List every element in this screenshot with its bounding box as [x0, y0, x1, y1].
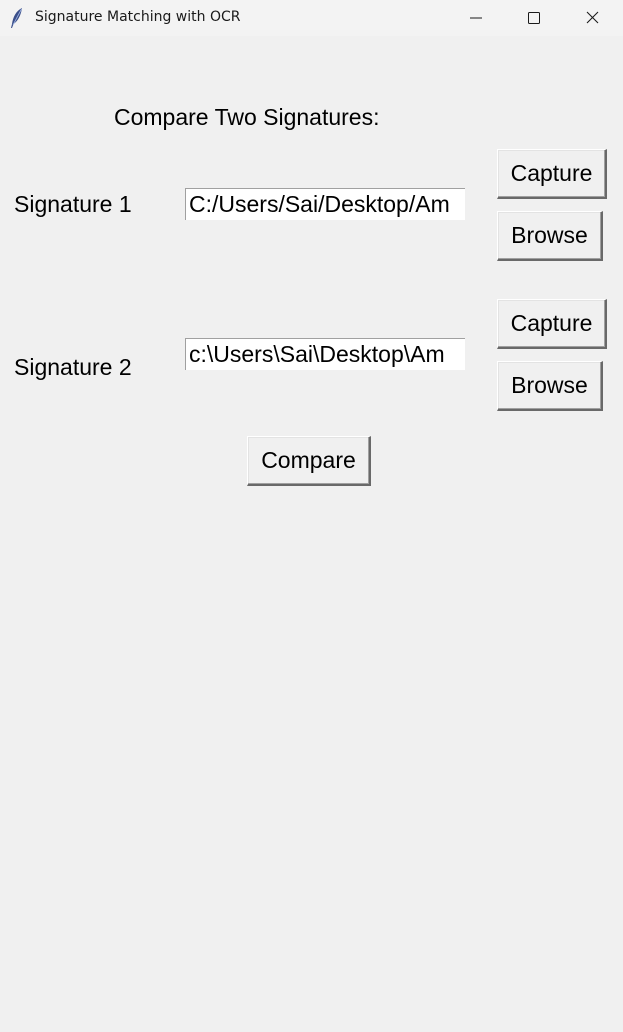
window-title: Signature Matching with OCR	[35, 9, 241, 25]
maximize-button[interactable]	[506, 0, 562, 36]
signature-2-path-input[interactable]	[185, 338, 465, 370]
page-heading: Compare Two Signatures:	[114, 104, 380, 130]
signature-2-capture-button[interactable]: Capture	[497, 299, 607, 349]
app-window: Signature Matching with OCR Compare Two …	[0, 0, 623, 1032]
title-bar[interactable]: Signature Matching with OCR	[0, 0, 623, 36]
close-icon	[586, 11, 599, 24]
signature-1-browse-button[interactable]: Browse	[497, 211, 603, 261]
compare-button[interactable]: Compare	[247, 436, 371, 486]
signature-2-label: Signature 2	[14, 354, 132, 380]
minimize-button[interactable]	[448, 0, 504, 36]
maximize-icon	[528, 12, 540, 24]
close-button[interactable]	[565, 0, 621, 36]
feather-icon	[9, 7, 25, 29]
minimize-icon	[470, 17, 482, 19]
signature-1-path-input[interactable]	[185, 188, 465, 220]
signature-1-capture-button[interactable]: Capture	[497, 149, 607, 199]
signature-2-browse-button[interactable]: Browse	[497, 361, 603, 411]
signature-1-label: Signature 1	[14, 191, 132, 217]
